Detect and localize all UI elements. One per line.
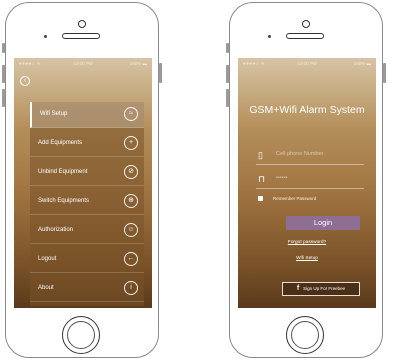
earpiece-speaker [62,33,100,39]
forgot-password-link[interactable]: Forgot password? [238,240,376,245]
phone-number-placeholder: Cell phone Number [276,151,324,157]
menu-item[interactable]: Add Equipments + [30,131,144,157]
home-button-ring [291,321,319,349]
menu-item-label: Add Equipments [38,140,83,146]
status-bar: ●●●●○ ✈ 10:00 PM 100% ▬ [238,60,376,68]
power-button [159,63,162,83]
password-placeholder: •••••• [276,175,288,181]
wifi-icon: ≈ [124,107,138,121]
volume-button [226,65,229,83]
login-button[interactable]: Login [286,216,360,230]
left-phone-frame: ●●●●○ ✈ 10:00 PM 100% ▬ ‹ Wifi Setup ≈ Add… [2,2,162,358]
remember-password-checkbox[interactable]: Remember Password [258,196,317,202]
wifi-setup-link[interactable]: Wifi Setup [238,256,376,261]
volume-button [2,43,5,53]
volume-button [2,65,5,83]
logout-icon: ← [124,252,138,266]
switch-icon: ⊕ [124,194,138,208]
info-icon: i [124,281,138,295]
menu-item-label: About [38,285,54,291]
plus-icon: + [124,136,138,150]
app-title: GSM+Wifi Alarm System [249,104,365,116]
user-icon: ☺ [124,223,138,237]
menu-item[interactable]: Logout ← [30,247,144,273]
menu-item[interactable]: About i [30,276,144,302]
menu-item[interactable]: Wifi Setup ≈ [30,102,144,128]
password-field[interactable]: ⊓ •••••• [256,170,364,189]
menu-item[interactable]: Authorization ☺ [30,218,144,244]
earpiece-speaker [286,33,324,39]
remember-password-label: Remember Password [273,196,317,201]
settings-menu: Wifi Setup ≈ Add Equipments + Unbind Equipme… [30,102,144,306]
phone-number-field[interactable]: ▯ Cell phone Number [256,146,364,165]
menu-item-label: Unbind Equipment [38,169,88,175]
menu-item[interactable]: Switch Equipments ⊕ [30,189,144,215]
home-button-ring [67,321,95,349]
home-button[interactable] [62,316,100,354]
volume-button [226,89,229,107]
volume-button [226,43,229,53]
facebook-icon: f [296,285,300,292]
left-screen: ●●●●○ ✈ 10:00 PM 100% ▬ ‹ Wifi Setup ≈ Add… [14,58,152,308]
status-bar: ●●●●○ ✈ 10:00 PM 100% ▬ [14,60,152,68]
menu-item-label: Wifi Setup [40,111,68,117]
right-phone-frame: ●●●●○ ✈ 10:00 PM 100% ▬ GSM+Wifi Alarm S… [226,2,386,358]
home-button[interactable] [286,316,324,354]
facebook-signup-label: Sign Up For Freebee [303,286,346,291]
menu-item-label: Logout [38,256,57,262]
lock-icon: ⊓ [258,174,266,184]
battery-indicator: 100% ▬ [129,61,147,66]
menu-item-label: Switch Equipments [38,198,90,204]
proximity-sensor [44,35,47,38]
proximity-sensor [268,35,271,38]
volume-button [2,89,5,107]
right-screen: ●●●●○ ✈ 10:00 PM 100% ▬ GSM+Wifi Alarm S… [238,58,376,308]
phone-icon: ▯ [258,150,263,160]
facebook-signup-button[interactable]: f Sign Up For Freebee [282,282,360,296]
front-camera [302,20,310,28]
menu-item-label: Authorization [38,227,74,233]
back-arrow-icon[interactable]: ‹ [20,76,30,86]
menu-item[interactable]: Unbind Equipment ⊘ [30,160,144,186]
power-button [383,63,386,83]
battery-indicator: 100% ▬ [353,61,371,66]
checkbox-icon [258,196,263,202]
unlink-icon: ⊘ [124,165,138,179]
front-camera [78,20,86,28]
